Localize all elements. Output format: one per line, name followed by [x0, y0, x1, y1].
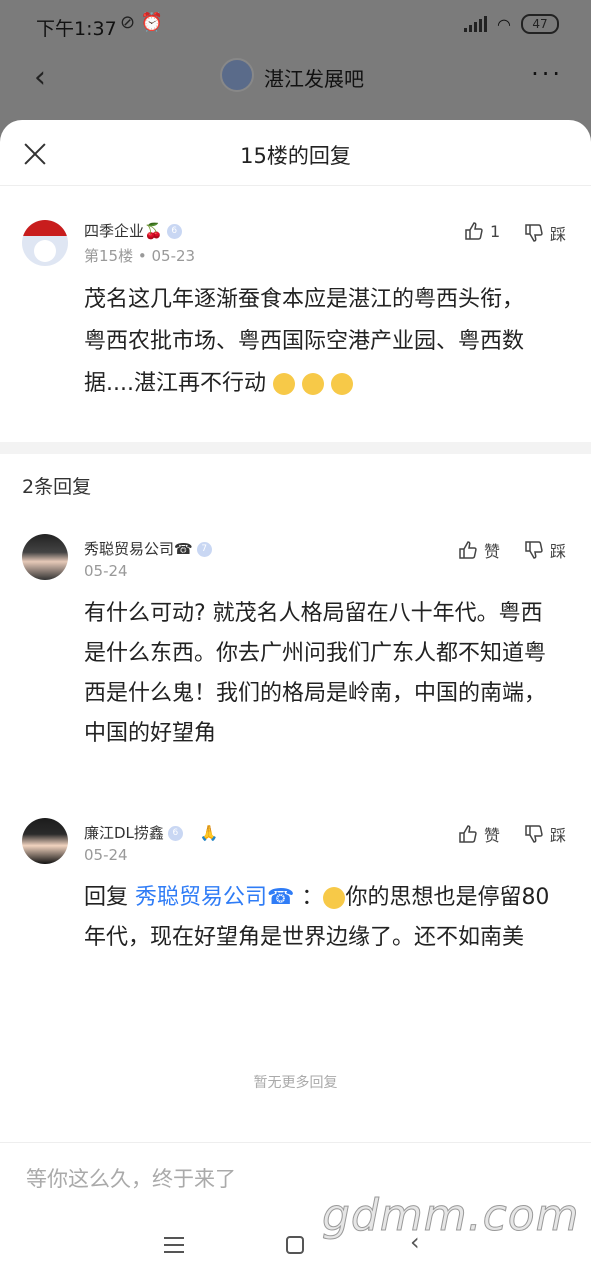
sweat-emoji-icon — [272, 373, 295, 395]
post-username[interactable]: 四季企业🍒 6 — [84, 220, 182, 241]
section-divider — [0, 442, 591, 454]
menu-icon[interactable] — [164, 1237, 184, 1253]
forum-logo — [220, 58, 254, 92]
level-badge: 6 — [167, 826, 183, 841]
like-count: 1 — [490, 221, 501, 241]
wifi-icon: ◠ — [497, 14, 511, 34]
home-icon[interactable] — [286, 1236, 304, 1254]
thumbs-up-icon — [465, 222, 483, 240]
avatar[interactable] — [22, 818, 68, 864]
status-bar: 下午1:37 ⊘ ⏰ ◠ 47 — [0, 0, 591, 50]
dislike-button[interactable]: 踩 — [524, 221, 566, 245]
dislike-label: 踩 — [550, 542, 567, 561]
post-content: 茂名这几年逐渐蚕食本应是湛江的粤西头衔，粤西农批市场、粤西国际空港产业园、粤西数… — [84, 287, 525, 396]
avatar[interactable] — [22, 534, 68, 580]
like-label: 赞 — [484, 542, 501, 561]
like-button[interactable]: 1 — [464, 221, 500, 241]
reply-to-link[interactable]: 秀聪贸易公司☎ — [135, 885, 294, 910]
back-icon[interactable]: ‹ — [34, 60, 46, 95]
thumbs-up-icon — [459, 825, 477, 843]
dislike-button[interactable]: 踩 — [524, 822, 566, 846]
like-label: 赞 — [484, 826, 501, 845]
like-button[interactable]: 赞 — [458, 822, 500, 846]
reply-content: 有什么可动? 就茂名人格局留在八十年代。粤西是什么东西。你去广州问我们广东人都不… — [84, 601, 547, 746]
avatar[interactable] — [22, 220, 68, 266]
dislike-label: 踩 — [550, 826, 567, 845]
post-meta: 第15楼 • 05-23 — [84, 247, 196, 265]
sheet-title: 15楼的回复 — [240, 144, 351, 168]
reply-username[interactable]: 廉江DL捞鑫 6 🙏 — [84, 822, 218, 843]
reply-date: 05-24 — [84, 846, 128, 864]
more-icon[interactable]: ··· — [531, 60, 563, 88]
battery-icon: 47 — [521, 14, 559, 34]
thumbs-up-icon — [459, 541, 477, 559]
input-placeholder: 等你这么久，终于来了 — [26, 1167, 236, 1191]
like-button[interactable]: 赞 — [458, 538, 500, 562]
level-badge: 6 — [166, 224, 182, 239]
pray-hands-icon: 🙏 — [199, 824, 219, 842]
dislike-label: 踩 — [550, 225, 567, 244]
reply-sheet: 15楼的回复 四季企业🍒 6 第15楼 • 05-23 1 踩 茂名这几年逐渐蚕食… — [0, 120, 591, 1210]
sweat-emoji-icon — [301, 373, 324, 395]
post-date: 05-23 — [151, 247, 196, 265]
reply-date: 05-24 — [84, 562, 128, 580]
main-post: 四季企业🍒 6 第15楼 • 05-23 1 踩 茂名这几年逐渐蚕食本应是湛江的粤… — [0, 186, 591, 442]
forum-header: ‹ 湛江发展吧 ··· — [0, 50, 591, 120]
sheet-header: 15楼的回复 — [0, 120, 591, 186]
status-time: 下午1:37 — [36, 18, 117, 40]
watermark: gdmm.com — [322, 1190, 580, 1242]
thumbs-down-icon — [525, 224, 543, 242]
sweat-emoji-icon — [330, 373, 353, 395]
forum-title[interactable]: 湛江发展吧 — [264, 63, 364, 92]
thumbs-down-icon — [525, 825, 543, 843]
notification-icons: ⊘ ⏰ — [120, 12, 164, 33]
thumbs-down-icon — [525, 541, 543, 559]
status-right: ◠ 47 — [464, 14, 559, 34]
level-badge: 7 — [196, 542, 212, 557]
reply-username[interactable]: 秀聪贸易公司☎ 7 — [84, 538, 212, 559]
smile-emoji-icon — [323, 887, 346, 909]
reply-prefix: 回复 — [84, 885, 129, 910]
reply-count: 2条回复 — [22, 476, 92, 498]
reply-content: 回复 秀聪贸易公司☎ ：你的思想也是停留80年代，现在好望角是世界边缘了。还不如… — [84, 885, 550, 950]
signal-icon — [464, 16, 488, 32]
avatar-badge — [22, 220, 68, 236]
dislike-button[interactable]: 踩 — [524, 538, 566, 562]
floor-label: 第15楼 — [84, 247, 134, 265]
no-more-replies: 暂无更多回复 — [253, 1075, 338, 1091]
